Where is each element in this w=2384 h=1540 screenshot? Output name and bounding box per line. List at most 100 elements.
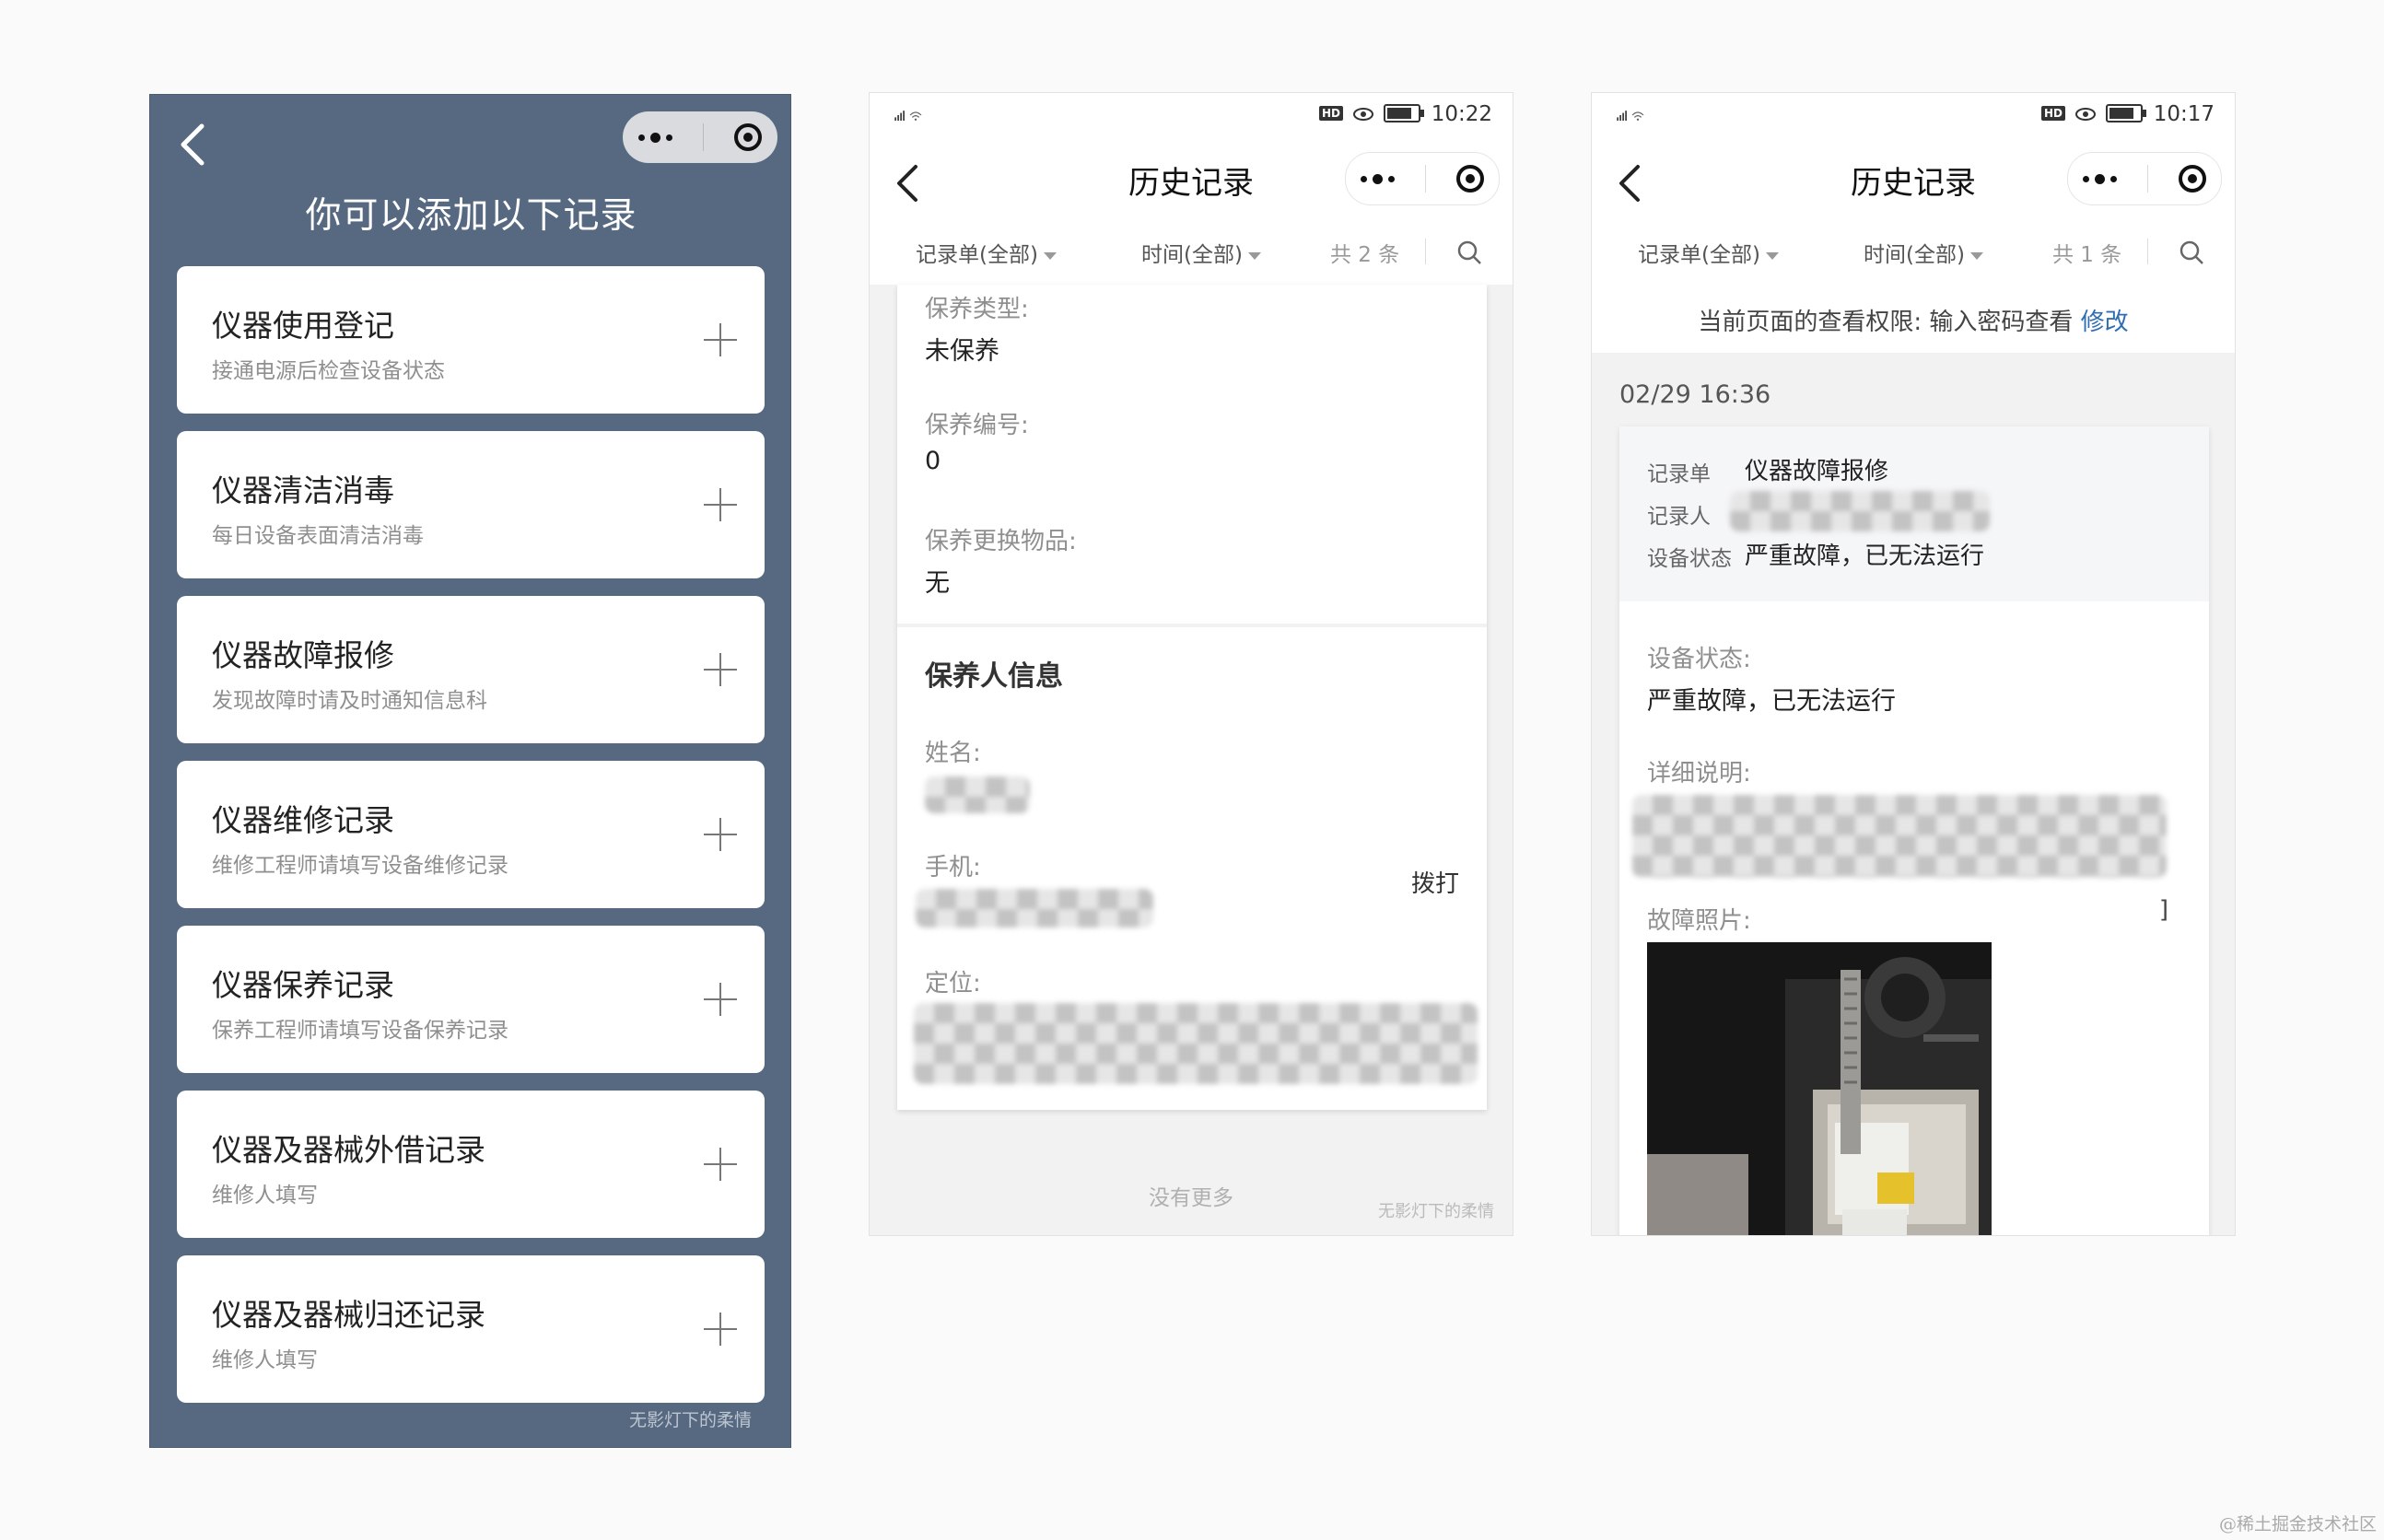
field-label: 故障照片: xyxy=(1647,907,1751,935)
card-subtitle: 维修人填写 xyxy=(212,1348,318,1372)
record-card-repair[interactable]: 仪器维修记录 维修工程师请填写设备维修记录 xyxy=(177,761,765,908)
watermark: 无影灯下的柔情 xyxy=(1378,1202,1494,1221)
plus-icon[interactable] xyxy=(704,818,737,851)
filter-bar: 记录单(全部) 时间(全部) 共 1 条 xyxy=(1592,226,2235,285)
status-bar: HD 10:17 xyxy=(1592,93,2235,137)
redacted-phone xyxy=(916,889,1153,928)
status-time: 10:17 xyxy=(2153,102,2215,126)
nav-bar: 历史记录 xyxy=(870,137,1513,226)
section-title: 保养人信息 xyxy=(925,660,1063,693)
record-card-return[interactable]: 仪器及器械归还记录 维修人填写 xyxy=(177,1255,765,1403)
miniprogram-capsule xyxy=(623,111,777,163)
close-target-icon[interactable] xyxy=(734,123,763,151)
card-subtitle: 保养工程师请填写设备保养记录 xyxy=(212,1019,508,1043)
record-card-cleaning[interactable]: 仪器清洁消毒 每日设备表面清洁消毒 xyxy=(177,431,765,578)
field-value: 0 xyxy=(925,447,941,475)
site-watermark: @稀土掘金技术社区 xyxy=(2218,1514,2377,1534)
card-title: 仪器及器械外借记录 xyxy=(212,1132,485,1168)
card-title: 仪器清洁消毒 xyxy=(212,472,394,508)
signal-wifi-icon xyxy=(894,111,922,121)
record-detail-sheet: 保养类型: 未保养 保养编号: 0 保养更换物品: 无 保养人信息 姓名: 手机… xyxy=(897,285,1487,1110)
card-title: 仪器及器械归还记录 xyxy=(212,1297,485,1333)
record-date: 02/29 16:36 xyxy=(1619,380,1771,409)
card-subtitle: 接通电源后检查设备状态 xyxy=(212,359,445,383)
status-bar: HD 10:22 xyxy=(870,93,1513,137)
card-subtitle: 发现故障时请及时通知信息科 xyxy=(212,689,487,713)
permission-edit-link[interactable]: 修改 xyxy=(2081,309,2129,336)
filter-bar: 记录单(全部) 时间(全部) 共 2 条 xyxy=(870,226,1513,285)
time-filter[interactable]: 时间(全部) xyxy=(1864,237,1983,268)
field-label: 保养类型: xyxy=(925,296,1029,323)
caret-down-icon xyxy=(1247,251,1261,260)
add-record-panel: 你可以添加以下记录 仪器使用登记 接通电源后检查设备状态 仪器清洁消毒 每日设备… xyxy=(149,94,791,1448)
back-arrow-icon[interactable] xyxy=(172,117,218,172)
record-card-maintenance[interactable]: 仪器保养记录 保养工程师请填写设备保养记录 xyxy=(177,926,765,1073)
summary-label: 记录人 xyxy=(1647,505,1711,529)
status-icons: HD xyxy=(1318,104,1424,122)
record-card-fault-report[interactable]: 仪器故障报修 发现故障时请及时通知信息科 xyxy=(177,596,765,743)
fault-photo-image xyxy=(1647,942,1992,1235)
phone-label: 手机: xyxy=(925,854,981,881)
plus-icon[interactable] xyxy=(704,653,737,686)
record-card-lending[interactable]: 仪器及器械外借记录 维修人填写 xyxy=(177,1091,765,1238)
summary-label: 设备状态 xyxy=(1647,547,1732,571)
page-title: 你可以添加以下记录 xyxy=(305,195,637,237)
status-time: 10:22 xyxy=(1431,102,1492,126)
field-value: 严重故障，已无法运行 xyxy=(1647,687,1896,716)
record-summary: 记录单 仪器故障报修 记录人 设备状态 严重故障，已无法运行 xyxy=(1619,426,2209,601)
search-icon[interactable] xyxy=(2178,239,2205,266)
plus-icon[interactable] xyxy=(704,488,737,521)
record-card-usage[interactable]: 仪器使用登记 接通电源后检查设备状态 xyxy=(177,266,765,414)
eye-icon xyxy=(2075,108,2096,121)
plus-icon[interactable] xyxy=(704,1148,737,1181)
field-label: 保养编号: xyxy=(925,412,1029,439)
battery-icon xyxy=(2106,104,2146,122)
field-label: 详细说明: xyxy=(1647,760,1751,788)
close-target-icon[interactable] xyxy=(1455,165,1484,192)
caret-down-icon xyxy=(1969,251,1983,260)
redacted-recorder xyxy=(1730,491,1990,531)
section-divider xyxy=(897,624,1487,627)
field-label: 设备状态: xyxy=(1647,646,1751,673)
more-dots-icon[interactable] xyxy=(1361,173,1396,184)
signal-wifi-icon xyxy=(1617,111,1644,121)
miniprogram-capsule xyxy=(2067,152,2222,205)
hd-icon: HD xyxy=(1318,106,1343,121)
plus-icon[interactable] xyxy=(704,1312,737,1346)
summary-label: 记录单 xyxy=(1647,462,1711,486)
history-panel-fault: HD 10:17 历史记录 记录单(全部) 时间(全部) 共 1 条 当前页面的… xyxy=(1591,92,2236,1236)
redacted-description xyxy=(1632,795,2167,878)
more-dots-icon[interactable] xyxy=(2083,173,2118,184)
caret-down-icon xyxy=(1043,251,1057,260)
fault-photo[interactable] xyxy=(1647,942,1992,1235)
time-filter[interactable]: 时间(全部) xyxy=(1141,237,1261,268)
card-subtitle: 维修人填写 xyxy=(212,1184,318,1208)
more-dots-icon[interactable] xyxy=(637,132,672,143)
card-title: 仪器使用登记 xyxy=(212,308,394,344)
plus-icon[interactable] xyxy=(704,983,737,1016)
permission-text: 当前页面的查看权限: 输入密码查看 xyxy=(1698,309,2081,336)
card-subtitle: 维修工程师请填写设备维修记录 xyxy=(212,854,508,878)
dial-button[interactable]: 拨打 xyxy=(1411,865,1459,899)
eye-icon xyxy=(1353,108,1373,121)
battery-icon xyxy=(1384,104,1424,122)
hd-icon: HD xyxy=(2040,106,2065,121)
search-icon[interactable] xyxy=(1455,239,1483,266)
watermark: 无影灯下的柔情 xyxy=(629,1410,753,1430)
record-filter[interactable]: 记录单(全部) xyxy=(916,237,1057,268)
card-title: 仪器保养记录 xyxy=(212,967,394,1003)
close-target-icon[interactable] xyxy=(2178,165,2206,192)
redacted-name xyxy=(925,776,1030,813)
record-count: 共 2 条 xyxy=(1330,243,1400,267)
redacted-location xyxy=(914,1003,1478,1084)
location-label: 定位: xyxy=(925,970,981,998)
plus-icon[interactable] xyxy=(704,323,737,356)
miniprogram-capsule xyxy=(1345,152,1500,205)
text-end-mark: ] xyxy=(2158,896,2168,924)
card-subtitle: 每日设备表面清洁消毒 xyxy=(212,524,424,548)
summary-value: 严重故障，已无法运行 xyxy=(1745,542,1985,570)
name-label: 姓名: xyxy=(925,740,981,767)
record-filter[interactable]: 记录单(全部) xyxy=(1638,237,1779,268)
status-icons: HD xyxy=(2040,104,2146,122)
record-count: 共 1 条 xyxy=(2052,243,2122,267)
